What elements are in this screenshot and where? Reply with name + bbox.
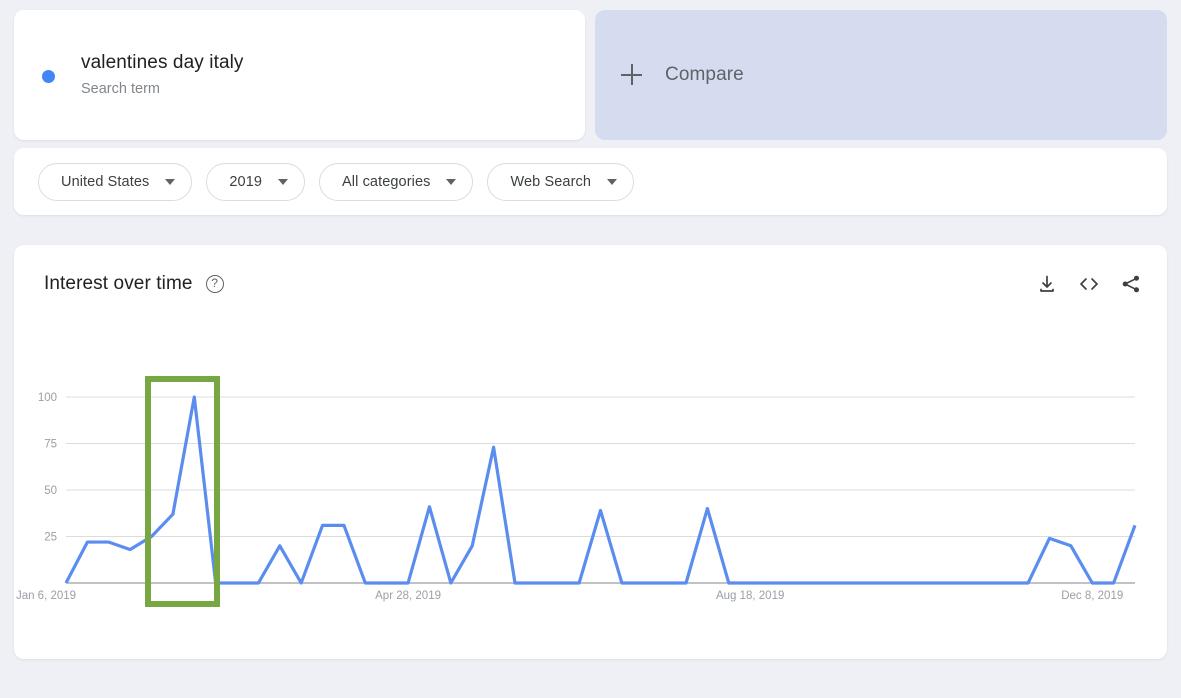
chart-gridlines xyxy=(66,396,1135,584)
search-term-title: valentines day italy xyxy=(81,52,244,73)
compare-button[interactable]: Compare xyxy=(595,10,1167,140)
filter-time-range[interactable]: 2019 xyxy=(206,162,306,201)
chevron-down-icon xyxy=(165,178,176,185)
svg-text:Aug 18, 2019: Aug 18, 2019 xyxy=(716,590,784,602)
chevron-down-icon xyxy=(607,178,618,185)
filter-category[interactable]: All categories xyxy=(319,162,474,201)
plus-icon xyxy=(621,64,643,86)
filter-location[interactable]: United States xyxy=(38,162,193,201)
search-term-text: valentines day italy Search term xyxy=(81,51,244,99)
top-row: valentines day italy Search term Compare xyxy=(0,0,1181,140)
interest-over-time-card: Interest over time ? 25 50 75 100 Jan 6,… xyxy=(14,245,1167,659)
svg-text:25: 25 xyxy=(44,532,57,544)
svg-text:50: 50 xyxy=(44,485,57,497)
svg-text:100: 100 xyxy=(38,392,57,404)
filter-time-range-label: 2019 xyxy=(229,173,263,190)
chevron-down-icon xyxy=(446,178,457,185)
chart-x-axis-labels: Jan 6, 2019 Apr 28, 2019 Aug 18, 2019 Dec 8… xyxy=(16,590,1123,602)
filter-category-label: All categories xyxy=(342,173,431,190)
filter-bar: United States 2019 All categories Web Se… xyxy=(14,148,1167,215)
filter-location-label: United States xyxy=(61,173,150,190)
svg-text:Apr 28, 2019: Apr 28, 2019 xyxy=(375,590,441,602)
svg-text:75: 75 xyxy=(44,439,57,451)
filter-search-type-label: Web Search xyxy=(510,173,592,190)
interest-over-time-chart[interactable]: 25 50 75 100 Jan 6, 2019 Apr 28, 2019 Aug 18,… xyxy=(14,245,1167,659)
svg-text:Dec 8, 2019: Dec 8, 2019 xyxy=(1061,590,1123,602)
filter-search-type[interactable]: Web Search xyxy=(487,162,635,201)
search-term-card[interactable]: valentines day italy Search term xyxy=(14,10,585,140)
compare-label: Compare xyxy=(665,64,744,85)
chart-y-axis-labels: 25 50 75 100 xyxy=(38,392,57,544)
svg-text:Jan 6, 2019: Jan 6, 2019 xyxy=(16,590,76,602)
chart-plot-area: 25 50 75 100 Jan 6, 2019 Apr 28, 2019 Aug 18,… xyxy=(14,245,1167,659)
series-color-dot xyxy=(42,69,55,83)
chevron-down-icon xyxy=(278,178,289,185)
search-term-subtitle: Search term xyxy=(81,81,160,97)
